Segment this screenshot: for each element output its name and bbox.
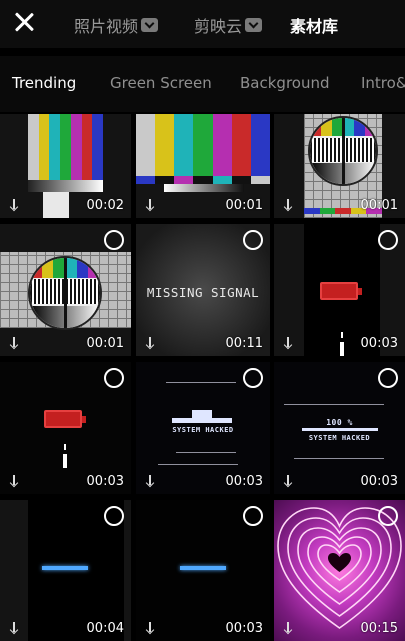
- color-bars-thumbnail: [136, 114, 270, 176]
- glitch-line: [158, 464, 238, 465]
- select-circle[interactable]: [378, 230, 398, 250]
- clip-duration: 00:03: [360, 474, 398, 489]
- close-icon[interactable]: [12, 10, 36, 34]
- battery-icon: [44, 410, 86, 428]
- download-icon[interactable]: [9, 337, 19, 349]
- select-circle[interactable]: [378, 368, 398, 388]
- category-background[interactable]: Background: [240, 74, 330, 92]
- clip-tile[interactable]: 00:01: [136, 114, 270, 218]
- top-bar: 照片视频 剪映云 素材库: [0, 0, 405, 48]
- clip-duration: 00:04: [86, 621, 124, 636]
- glitch-line: [294, 458, 384, 459]
- clip-tile[interactable]: 00:01: [274, 114, 405, 218]
- clip-tile[interactable]: MISSING SIGNAL 00:11: [136, 224, 270, 356]
- select-circle[interactable]: [243, 368, 263, 388]
- clip-tile[interactable]: 00:02: [0, 114, 131, 218]
- clip-duration: 00:02: [86, 198, 124, 213]
- color-bars-strip: [136, 176, 270, 184]
- clip-duration: 00:03: [225, 474, 263, 489]
- plug-icon: [63, 444, 67, 468]
- clip-duration: 00:03: [225, 621, 263, 636]
- clip-tile[interactable]: 100 % SYSTEM HACKED 00:03: [274, 362, 405, 494]
- clip-duration: 00:01: [86, 336, 124, 351]
- glitch-line: [284, 404, 384, 405]
- glitch-bar: [172, 418, 232, 423]
- missing-signal-text: MISSING SIGNAL: [146, 285, 260, 300]
- glitch-line: [176, 452, 236, 453]
- download-icon[interactable]: [9, 475, 19, 487]
- category-green-screen[interactable]: Green Screen: [110, 74, 212, 92]
- clip-tile[interactable]: 00:01: [0, 224, 131, 356]
- download-icon[interactable]: [9, 199, 19, 211]
- system-hacked-text: SYSTEM HACKED: [172, 426, 234, 434]
- plug-icon: [340, 332, 344, 356]
- select-circle[interactable]: [104, 368, 124, 388]
- select-circle[interactable]: [378, 506, 398, 526]
- clip-tile[interactable]: 00:03: [0, 362, 131, 494]
- clip-tile[interactable]: SYSTEM HACKED 00:03: [136, 362, 270, 494]
- tab-cloud-label: 剪映云: [194, 17, 243, 36]
- category-intro[interactable]: Intro&: [361, 74, 405, 92]
- percent-text: 100 %: [326, 418, 353, 427]
- clip-duration: 00:01: [360, 198, 398, 213]
- glitch-block: [192, 410, 212, 418]
- system-hacked-text: SYSTEM HACKED: [308, 434, 371, 442]
- loading-bar: [42, 566, 88, 570]
- download-icon[interactable]: [145, 475, 155, 487]
- white-block: [43, 192, 69, 218]
- category-bar: Trending Green Screen Background Intro&: [0, 56, 405, 112]
- glitch-line: [166, 382, 236, 383]
- clip-tile[interactable]: 00:04: [0, 500, 131, 641]
- download-icon[interactable]: [145, 622, 155, 634]
- tab-library-label: 素材库: [290, 17, 339, 36]
- tab-photos-videos[interactable]: 照片视频: [74, 13, 159, 37]
- gray-ramp: [28, 180, 103, 192]
- clip-tile[interactable]: 00:15: [274, 500, 405, 641]
- clip-duration: 00:15: [360, 621, 398, 636]
- category-trending[interactable]: Trending: [12, 74, 76, 92]
- tab-photos-videos-label: 照片视频: [74, 17, 139, 36]
- clip-tile[interactable]: 00:03: [274, 224, 405, 356]
- test-card-circle: [308, 116, 378, 186]
- select-circle[interactable]: [243, 230, 263, 250]
- download-icon[interactable]: [283, 337, 293, 349]
- gray-ramp: [164, 184, 244, 192]
- color-bars-thumbnail: [28, 114, 104, 180]
- loading-bar: [180, 566, 226, 570]
- tab-cloud[interactable]: 剪映云: [194, 13, 263, 37]
- download-icon[interactable]: [145, 199, 155, 211]
- select-circle[interactable]: [104, 230, 124, 250]
- tab-library[interactable]: 素材库: [290, 13, 338, 37]
- select-circle[interactable]: [243, 506, 263, 526]
- progress-bar: [302, 428, 378, 431]
- battery-icon: [320, 282, 362, 300]
- download-icon[interactable]: [145, 337, 155, 349]
- clip-duration: 00:03: [86, 474, 124, 489]
- test-card-circle: [28, 256, 102, 330]
- download-icon[interactable]: [283, 622, 293, 634]
- download-icon[interactable]: [283, 475, 293, 487]
- select-circle[interactable]: [104, 506, 124, 526]
- clip-duration: 00:03: [360, 336, 398, 351]
- download-icon[interactable]: [283, 199, 293, 211]
- chevron-down-icon: [141, 18, 159, 32]
- chevron-down-icon: [245, 18, 263, 32]
- clip-tile[interactable]: 00:03: [136, 500, 270, 641]
- clip-duration: 00:01: [225, 198, 263, 213]
- download-icon[interactable]: [9, 622, 19, 634]
- clip-duration: 00:11: [225, 336, 263, 351]
